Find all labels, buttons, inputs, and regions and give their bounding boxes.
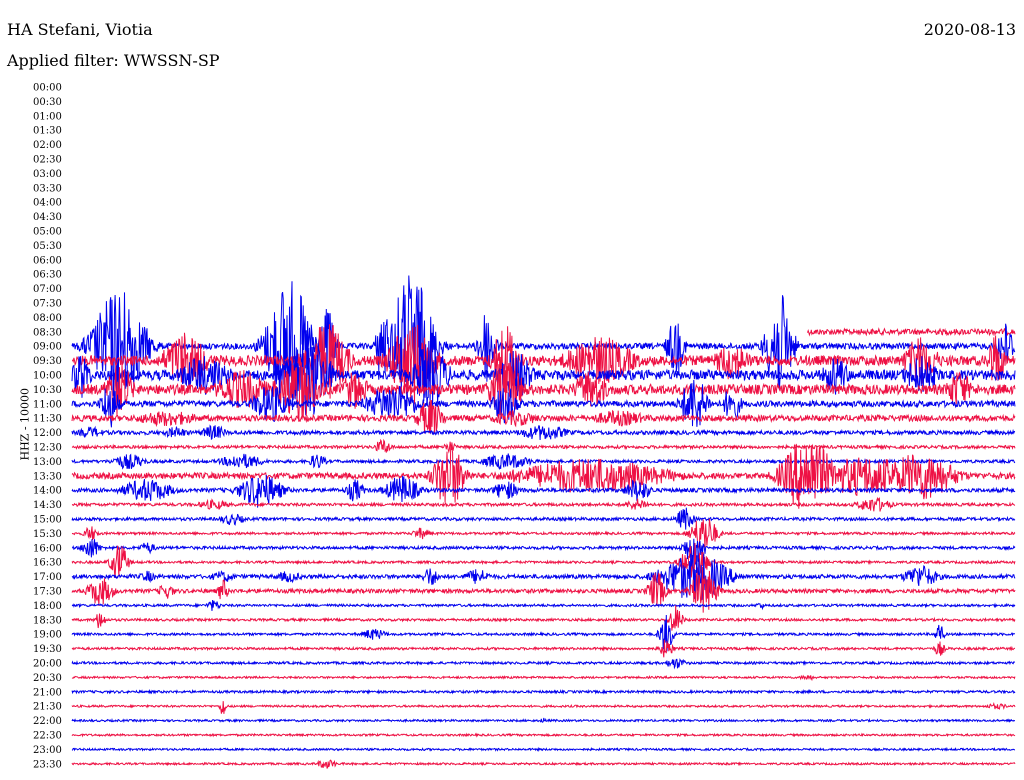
time-label-0530: 05:30 [33,241,62,252]
time-label-2300: 23:00 [33,745,62,756]
trace-0930 [71,324,1016,405]
time-label-0030: 00:30 [33,97,62,108]
time-label-1630: 16:30 [33,558,62,569]
time-label-1800: 18:00 [33,601,62,612]
trace-2230 [71,732,1016,738]
trace-2130 [71,701,1016,714]
trace-1430 [71,496,1016,512]
time-label-1230: 12:30 [33,443,62,454]
time-label-2130: 21:30 [33,702,62,713]
time-label-0430: 04:30 [33,212,62,223]
trace-1930 [71,639,1016,658]
time-label-1600: 16:00 [33,543,62,554]
time-label-1400: 14:00 [33,486,62,497]
trace-2000 [71,657,1016,670]
time-label-2030: 20:30 [33,673,62,684]
time-label-0630: 06:30 [33,270,62,281]
time-label-0230: 02:30 [33,155,62,166]
time-label-0330: 03:30 [33,183,62,194]
trace-1330 [71,443,1016,509]
trace-1200 [71,424,1016,441]
time-label-1430: 14:30 [33,500,62,511]
trace-2330 [71,759,1016,769]
time-label-1530: 15:30 [33,529,62,540]
time-label-1130: 11:30 [33,414,62,425]
trace-2300 [71,746,1016,753]
time-label-0730: 07:30 [33,299,62,310]
time-label-1100: 11:00 [33,399,62,410]
time-label-2200: 22:00 [33,716,62,727]
time-label-0930: 09:30 [33,356,62,367]
time-label-0900: 09:00 [33,342,62,353]
trace-1300 [71,453,1016,470]
trace-2200 [71,717,1015,724]
time-label-1930: 19:30 [33,644,62,655]
trace-1800 [71,599,1016,611]
trace-2100 [71,688,1016,695]
time-label-0700: 07:00 [33,284,62,295]
time-label-1700: 17:00 [33,572,62,583]
trace-0830 [807,327,1016,337]
time-label-0400: 04:00 [33,198,62,209]
time-label-2100: 21:00 [33,687,62,698]
time-label-0130: 01:30 [33,126,62,137]
time-label-0300: 03:00 [33,169,62,180]
time-label-0000: 00:00 [33,83,62,94]
time-label-1500: 15:00 [33,515,62,526]
time-label-2330: 23:30 [33,759,62,770]
time-label-0100: 01:00 [33,111,62,122]
time-label-0600: 06:00 [33,255,62,266]
time-label-0500: 05:00 [33,227,62,238]
time-label-0830: 08:30 [33,327,62,338]
time-label-1200: 12:00 [33,428,62,439]
time-label-0200: 02:00 [33,140,62,151]
seismogram-plot: 00:00 00:30 01:00 01:30 02:00 02:30 03:00 03:30… [33,83,1016,770]
time-label-1730: 17:30 [33,587,62,598]
time-label-2000: 20:00 [33,659,62,670]
time-label-2230: 22:30 [33,731,62,742]
time-label-1900: 19:00 [33,630,62,641]
time-label-1330: 13:30 [33,471,62,482]
time-label-1000: 10:00 [33,371,62,382]
trace-1230 [71,438,1016,454]
trace-2030 [71,674,1016,682]
time-label-1300: 13:00 [33,457,62,468]
time-label-1830: 18:30 [33,615,62,626]
time-label-1030: 10:30 [33,385,62,396]
trace-1830 [71,605,1016,631]
trace-1530 [71,518,1016,550]
time-label-0800: 08:00 [33,313,62,324]
